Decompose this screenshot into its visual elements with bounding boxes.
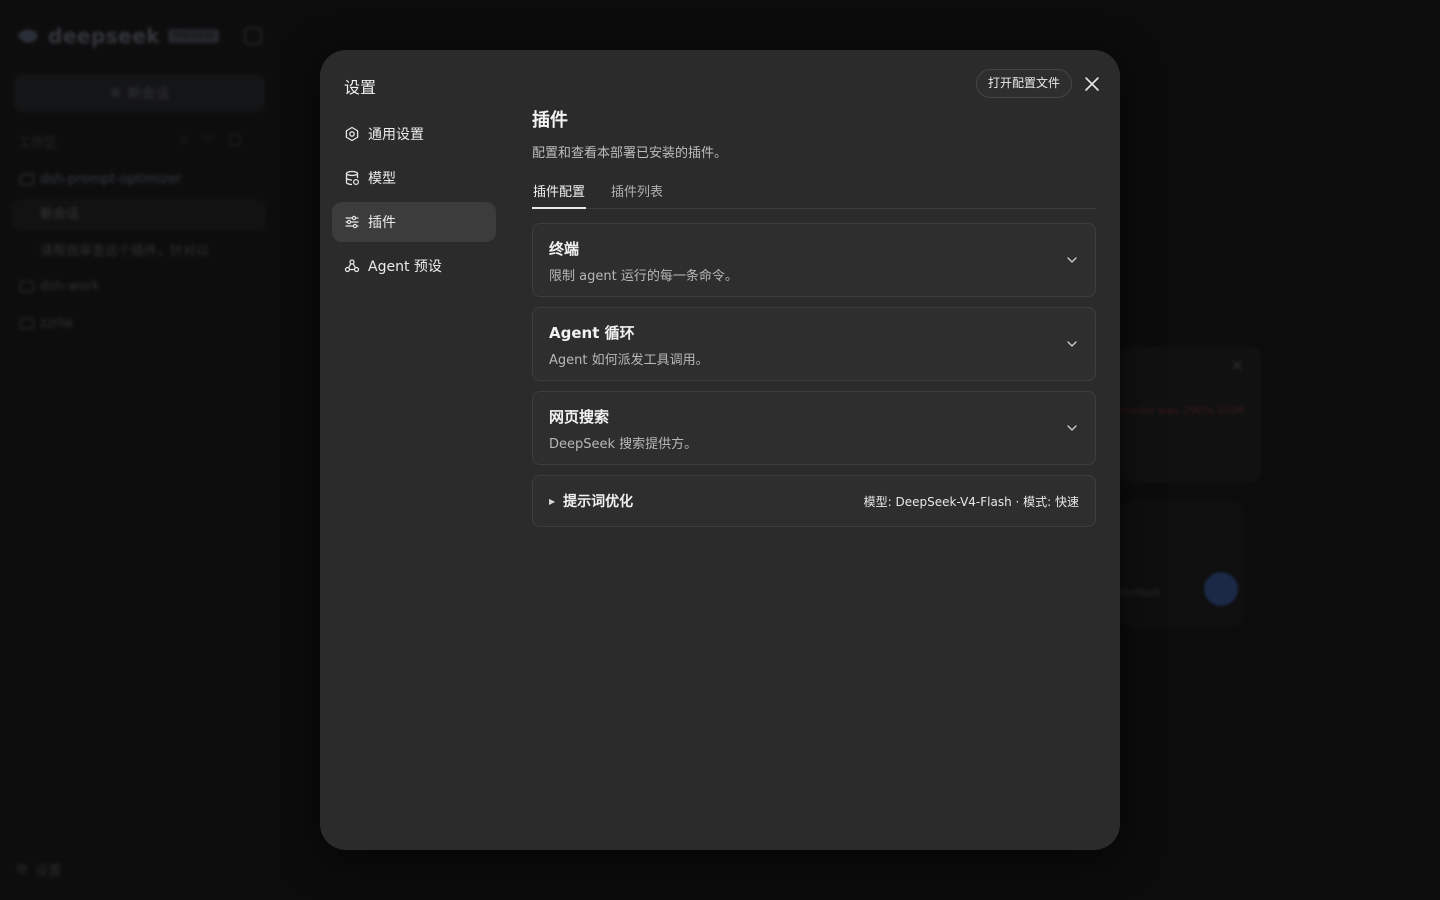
open-config-file-button[interactable]: 打开配置文件 — [976, 69, 1073, 98]
panel-title: 网页搜索 — [549, 408, 610, 426]
chevron-down-icon[interactable] — [1065, 337, 1079, 351]
tab-plugin-list[interactable]: 插件列表 — [610, 181, 664, 209]
nav-item-models[interactable]: 模型 — [332, 158, 496, 198]
settings-nav: 通用设置 模型 插件 Agent 预设 — [332, 114, 496, 290]
panel-title: Agent 循环 — [549, 324, 635, 342]
agent-icon — [344, 259, 360, 273]
section-description: 配置和查看本部署已安装的插件。 — [532, 146, 728, 161]
panel-subtitle: Agent 如何派发工具调用。 — [549, 353, 709, 368]
panel-meta: 模型: DeepSeek-V4-Flash · 模式: 快速 — [863, 494, 1079, 509]
panel-subtitle: DeepSeek 搜索提供方。 — [549, 437, 698, 452]
close-icon[interactable] — [1082, 74, 1102, 94]
nav-item-label: 模型 — [368, 171, 396, 187]
database-icon — [345, 170, 360, 186]
plugin-panel-agent-loop[interactable]: Agent 循环 Agent 如何派发工具调用。 — [532, 307, 1096, 381]
disclosure-triangle-icon: ▶ — [549, 496, 556, 506]
panel-title: 提示词优化 — [563, 494, 634, 510]
plugins-content: 插件 配置和查看本部署已安装的插件。 插件配置 插件列表 终端 限制 agent… — [532, 106, 1096, 527]
modal-title: 设置 — [344, 78, 377, 97]
settings-modal: 设置 打开配置文件 通用设置 模型 插件 Agent 预设 插件 配置和查看本部… — [320, 50, 1120, 850]
panel-title: 终端 — [549, 240, 580, 258]
sliders-icon — [345, 215, 359, 229]
section-title: 插件 — [532, 110, 568, 131]
nav-item-plugins[interactable]: 插件 — [332, 202, 496, 242]
nav-item-label: Agent 预设 — [368, 259, 442, 275]
plugin-tabs: 插件配置 插件列表 — [532, 181, 1096, 209]
tab-plugin-config[interactable]: 插件配置 — [532, 181, 587, 209]
chevron-down-icon[interactable] — [1065, 421, 1079, 435]
nav-item-general[interactable]: 通用设置 — [332, 114, 496, 154]
nav-item-label: 通用设置 — [368, 127, 424, 143]
app-window: deepseek PREVIEW ⊕ 新会话 工作区 ⌕ ⑂ ▢ dsh-pro… — [0, 0, 1440, 900]
plugin-panel-terminal[interactable]: 终端 限制 agent 运行的每一条命令。 — [532, 223, 1096, 297]
plugin-panel-prompt-optimizer[interactable]: ▶ 提示词优化 模型: DeepSeek-V4-Flash · 模式: 快速 — [532, 475, 1096, 527]
panel-subtitle: 限制 agent 运行的每一条命令。 — [549, 269, 738, 284]
panel-header: ▶ 提示词优化 — [549, 491, 633, 511]
nav-item-label: 插件 — [368, 215, 396, 231]
gear-icon — [345, 126, 359, 142]
nav-item-agent-presets[interactable]: Agent 预设 — [332, 246, 496, 286]
plugin-panel-web-search[interactable]: 网页搜索 DeepSeek 搜索提供方。 — [532, 391, 1096, 465]
chevron-down-icon[interactable] — [1065, 253, 1079, 267]
